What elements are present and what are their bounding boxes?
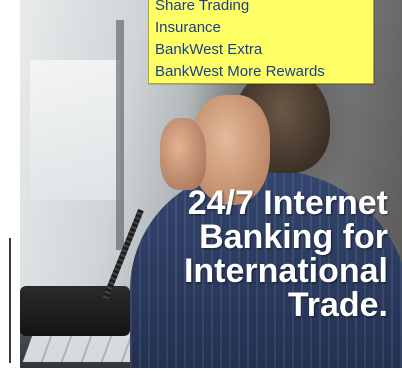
background-window (30, 60, 120, 200)
menu-item-insurance[interactable]: Insurance (149, 17, 373, 39)
telephone-image (20, 286, 130, 336)
menu-item-share-trading[interactable]: Share Trading (149, 0, 373, 17)
person-hand-image (160, 118, 206, 190)
headline-line-1: 24/7 Internet (187, 184, 388, 222)
background-window-frame (116, 20, 124, 250)
menu-item-bankwest-more-rewards[interactable]: BankWest More Rewards (149, 61, 373, 83)
left-margin (0, 0, 20, 375)
left-divider (9, 238, 11, 363)
banner-headline: 24/7 Internet Banking for International … (128, 186, 388, 322)
headline-line-4: Trade. (287, 286, 388, 324)
headline-line-2: Banking for (199, 218, 388, 256)
menu-item-bankwest-extra[interactable]: BankWest Extra (149, 39, 373, 61)
headline-line-3: International (183, 252, 388, 290)
dropdown-menu: Share Trading Insurance BankWest Extra B… (148, 0, 374, 84)
